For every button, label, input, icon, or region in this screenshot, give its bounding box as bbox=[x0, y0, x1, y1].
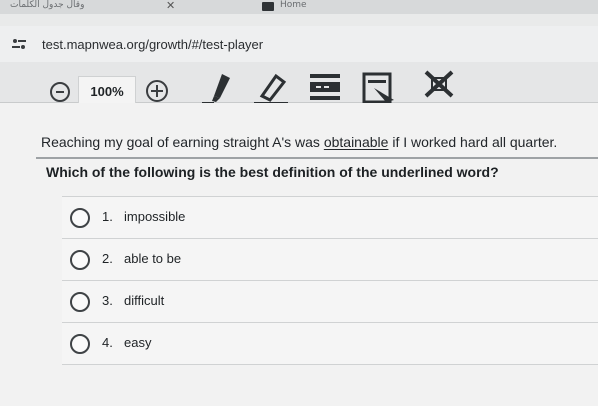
answer-masking-icon[interactable] bbox=[360, 68, 404, 108]
answer-options: 1. impossible 2. able to be 3. difficult… bbox=[62, 196, 598, 365]
tab-close-icon[interactable]: ✕ bbox=[166, 0, 175, 12]
option-number: 2. bbox=[102, 251, 113, 266]
answer-eliminator-icon[interactable] bbox=[420, 68, 460, 108]
address-bar: test.mapnwea.org/growth/#/test-player bbox=[0, 26, 598, 62]
answer-option-4[interactable]: 4. easy bbox=[62, 323, 598, 365]
zoom-out-button[interactable] bbox=[50, 82, 70, 102]
plus-icon bbox=[151, 85, 163, 97]
passage-text-after: if I worked hard all quarter. bbox=[388, 134, 558, 150]
browser-tab-strip: وقال جدول الكلمات ✕ Home bbox=[0, 0, 598, 14]
option-text: impossible bbox=[124, 209, 186, 224]
test-toolbar: 100% bbox=[0, 62, 598, 108]
radio-button[interactable] bbox=[70, 250, 90, 270]
answer-option-3[interactable]: 3. difficult bbox=[62, 281, 598, 323]
home-tab-title[interactable]: Home bbox=[280, 0, 307, 10]
line-reader-icon[interactable] bbox=[306, 68, 346, 108]
underlined-word: obtainable bbox=[323, 134, 389, 150]
radio-button[interactable] bbox=[70, 334, 90, 354]
option-text: difficult bbox=[124, 293, 165, 308]
passage-sentence: Reaching my goal of earning straight A's… bbox=[41, 134, 557, 150]
option-text: easy bbox=[124, 335, 152, 350]
option-number: 4. bbox=[102, 335, 113, 350]
divider bbox=[36, 157, 598, 159]
option-text: able to be bbox=[124, 251, 182, 266]
option-number: 3. bbox=[102, 293, 113, 308]
option-number: 1. bbox=[102, 209, 113, 224]
site-settings-icon[interactable] bbox=[12, 38, 26, 50]
passage-text-before: Reaching my goal of earning straight A's… bbox=[41, 134, 324, 150]
zoom-in-button[interactable] bbox=[146, 80, 168, 102]
highlighter-icon[interactable] bbox=[200, 68, 242, 108]
radio-button[interactable] bbox=[70, 208, 90, 228]
url-text[interactable]: test.mapnwea.org/growth/#/test-player bbox=[42, 37, 263, 52]
answer-option-1[interactable]: 1. impossible bbox=[62, 197, 598, 239]
tab-title[interactable]: وقال جدول الكلمات bbox=[10, 0, 84, 10]
answer-option-2[interactable]: 2. able to be bbox=[62, 239, 598, 281]
question-stem: Which of the following is the best defin… bbox=[46, 164, 499, 180]
home-tab-icon bbox=[262, 2, 274, 11]
eraser-icon[interactable] bbox=[250, 68, 294, 108]
radio-button[interactable] bbox=[70, 292, 90, 312]
